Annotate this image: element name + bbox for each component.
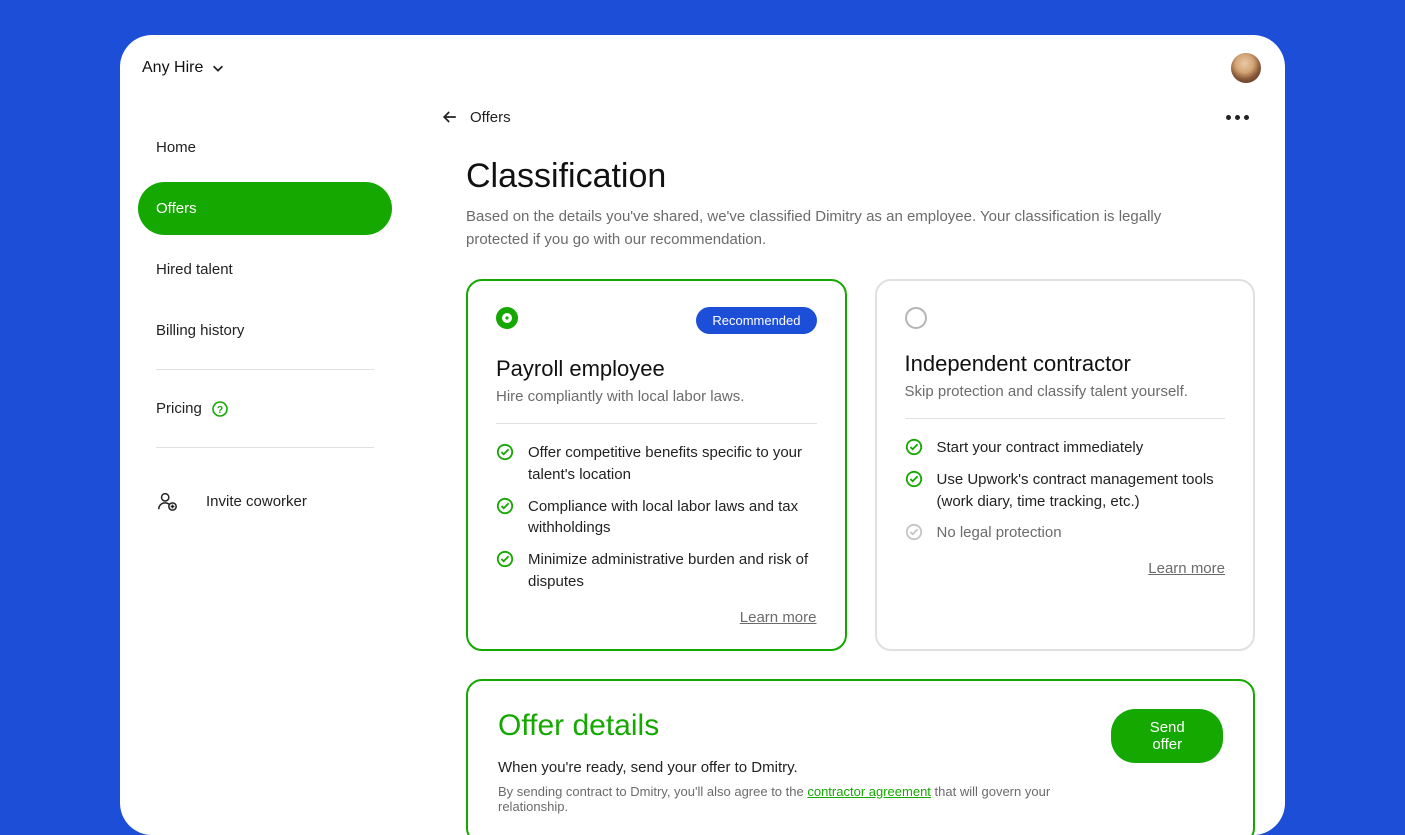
page-title: Classification (466, 157, 1255, 196)
learn-more-link[interactable]: Learn more (1148, 560, 1225, 577)
divider (905, 418, 1226, 419)
help-icon: ? (212, 401, 228, 417)
fine-prefix: By sending contract to Dmitry, you'll al… (498, 784, 807, 799)
sidebar-item-home[interactable]: Home (138, 121, 392, 174)
feature-item: Start your contract immediately (905, 437, 1226, 459)
check-circle-icon (496, 550, 514, 568)
svg-text:?: ? (217, 405, 223, 416)
check-circle-icon (496, 497, 514, 515)
back-label: Offers (470, 109, 511, 126)
brand-selector[interactable]: Any Hire (142, 59, 225, 77)
main-header: Offers (440, 101, 1255, 157)
feature-text: Compliance with local labor laws and tax… (528, 496, 817, 540)
offer-top: Offer details When you're ready, send yo… (498, 709, 1223, 814)
divider (156, 369, 374, 370)
dot-icon (1235, 115, 1240, 120)
invite-label: Invite coworker (206, 493, 307, 510)
arrow-left-icon (440, 107, 460, 127)
sidebar: Home Offers Hired talent Billing history… (120, 101, 410, 835)
feature-item: Use Upwork's contract management tools (… (905, 469, 1226, 513)
radio-selected[interactable] (496, 307, 518, 329)
card-top (905, 307, 1226, 329)
feature-text: Minimize administrative burden and risk … (528, 549, 817, 593)
feature-text: No legal protection (937, 522, 1062, 544)
card-payroll-employee[interactable]: Recommended Payroll employee Hire compli… (466, 279, 847, 651)
sidebar-item-invite[interactable]: Invite coworker (138, 460, 392, 542)
check-circle-icon (905, 438, 923, 456)
radio-unselected[interactable] (905, 307, 927, 329)
brand-name: Any Hire (142, 59, 203, 77)
avatar[interactable] (1231, 53, 1261, 83)
app-window: Any Hire Home Offers Hired talent Billin… (120, 35, 1285, 835)
offer-ready-text: When you're ready, send your offer to Dm… (498, 759, 1111, 776)
offer-details-panel: Offer details When you're ready, send yo… (466, 679, 1255, 835)
contractor-agreement-link[interactable]: contractor agreement (807, 784, 931, 799)
pricing-label: Pricing (156, 400, 202, 417)
content: Classification Based on the details you'… (440, 157, 1255, 835)
offer-title: Offer details (498, 709, 1111, 743)
learn-more-wrap: Learn more (496, 609, 817, 627)
recommended-badge: Recommended (696, 307, 816, 334)
card-title: Independent contractor (905, 351, 1226, 377)
send-offer-button[interactable]: Send offer (1111, 709, 1223, 763)
sidebar-item-pricing[interactable]: Pricing ? (138, 382, 392, 435)
check-circle-muted-icon (905, 523, 923, 541)
card-independent-contractor[interactable]: Independent contractor Skip protection a… (875, 279, 1256, 651)
more-menu[interactable] (1220, 109, 1255, 126)
page-subtitle: Based on the details you've shared, we'v… (466, 206, 1226, 251)
dot-icon (1244, 115, 1249, 120)
feature-item: Compliance with local labor laws and tax… (496, 496, 817, 540)
classification-cards: Recommended Payroll employee Hire compli… (466, 279, 1255, 651)
card-subtitle: Skip protection and classify talent your… (905, 383, 1226, 400)
learn-more-wrap: Learn more (905, 560, 1226, 578)
learn-more-link[interactable]: Learn more (740, 609, 817, 626)
check-circle-icon (905, 470, 923, 488)
offer-fine-print: By sending contract to Dmitry, you'll al… (498, 784, 1111, 814)
feature-text: Use Upwork's contract management tools (… (937, 469, 1226, 513)
sidebar-item-billing-history[interactable]: Billing history (138, 304, 392, 357)
feature-item: Offer competitive benefits specific to y… (496, 442, 817, 486)
feature-text: Offer competitive benefits specific to y… (528, 442, 817, 486)
topbar: Any Hire (120, 35, 1285, 101)
card-subtitle: Hire compliantly with local labor laws. (496, 388, 817, 405)
main: Offers Classification Based on the detai… (410, 101, 1285, 835)
body: Home Offers Hired talent Billing history… (120, 101, 1285, 835)
dot-icon (1226, 115, 1231, 120)
sidebar-item-offers[interactable]: Offers (138, 182, 392, 235)
offer-text-block: Offer details When you're ready, send yo… (498, 709, 1111, 814)
check-circle-icon (496, 443, 514, 461)
sidebar-item-hired-talent[interactable]: Hired talent (138, 243, 392, 296)
divider (496, 423, 817, 424)
add-user-icon (156, 490, 178, 512)
feature-text: Start your contract immediately (937, 437, 1144, 459)
divider (156, 447, 374, 448)
feature-item: Minimize administrative burden and risk … (496, 549, 817, 593)
feature-item-muted: No legal protection (905, 522, 1226, 544)
card-title: Payroll employee (496, 356, 817, 382)
back-link[interactable]: Offers (440, 107, 511, 127)
chevron-down-icon (211, 61, 225, 75)
card-top: Recommended (496, 307, 817, 334)
